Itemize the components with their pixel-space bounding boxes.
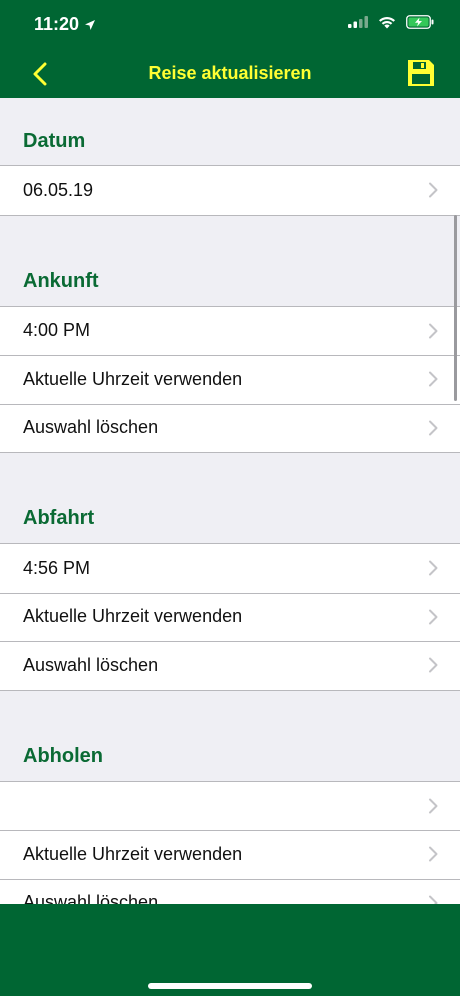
status-time-group: 11:20 (34, 14, 96, 35)
battery-charging-icon (406, 15, 434, 29)
scroll-indicator[interactable] (454, 215, 457, 401)
departure-use-current-time-row[interactable]: Aktuelle Uhrzeit verwenden (0, 592, 460, 642)
departure-time-row[interactable]: 4:56 PM (0, 544, 460, 593)
row-label: Auswahl löschen (23, 654, 159, 675)
arrival-use-current-time-row[interactable]: Aktuelle Uhrzeit verwenden (0, 355, 460, 404)
pickup-time-row[interactable] (0, 782, 460, 831)
bottom-bar (0, 904, 460, 996)
row-label: Aktuelle Uhrzeit verwenden (23, 368, 243, 389)
group-abholen: Aktuelle Uhrzeit verwenden Auswahl lösch… (0, 780, 460, 904)
row-label: 4:56 PM (23, 557, 91, 578)
section-header-ankunft: Ankunft (0, 216, 460, 306)
row-label: Auswahl löschen (23, 417, 159, 438)
save-button[interactable] (406, 58, 436, 88)
departure-clear-selection-row[interactable]: Auswahl löschen (0, 641, 460, 690)
location-arrow-icon (85, 19, 96, 30)
row-label: Aktuelle Uhrzeit verwenden (23, 606, 243, 627)
form-list[interactable]: Datum 06.05.19 Ankunft 4:00 PM Aktuelle … (0, 98, 460, 904)
chevron-right-icon (429, 657, 438, 673)
chevron-right-icon (429, 609, 438, 624)
page-title: Reise aktualisieren (148, 63, 312, 83)
row-label: 06.05.19 (23, 179, 94, 200)
chevron-right-icon (429, 846, 438, 862)
group-abfahrt: 4:56 PM Aktuelle Uhrzeit verwenden Auswa… (0, 543, 460, 691)
group-ankunft: 4:00 PM Aktuelle Uhrzeit verwenden Auswa… (0, 305, 460, 453)
chevron-right-icon (429, 371, 438, 387)
section-title: Abfahrt (23, 507, 95, 529)
section-title: Datum (23, 130, 86, 152)
arrival-time-row[interactable]: 4:00 PM (0, 307, 460, 356)
row-label: Auswahl löschen (23, 892, 159, 904)
status-bar: 11:20 (0, 0, 460, 50)
floppy-disk-icon (408, 60, 434, 86)
navigation-bar: Reise aktualisieren (0, 50, 460, 98)
section-header-abholen: Abholen (0, 691, 460, 781)
row-label: 4:00 PM (23, 320, 91, 341)
chevron-right-icon (429, 895, 438, 904)
chevron-right-icon (429, 420, 438, 435)
status-time: 11:20 (34, 14, 80, 34)
arrival-clear-selection-row[interactable]: Auswahl löschen (0, 403, 460, 453)
section-title: Ankunft (23, 269, 99, 292)
row-label: Aktuelle Uhrzeit verwenden (23, 843, 243, 864)
pickup-clear-selection-row[interactable]: Auswahl löschen (0, 878, 460, 904)
signal-icon (348, 16, 368, 28)
wifi-icon (379, 16, 395, 28)
home-indicator[interactable] (148, 983, 312, 989)
pickup-use-current-time-row[interactable]: Aktuelle Uhrzeit verwenden (0, 830, 460, 879)
date-row[interactable]: 06.05.19 (0, 166, 460, 215)
chevron-right-icon (429, 560, 438, 576)
status-icons (348, 15, 434, 29)
section-header-abfahrt: Abfahrt (0, 453, 460, 543)
chevron-right-icon (429, 798, 438, 813)
section-header-datum: Datum (0, 98, 460, 165)
section-title: Abholen (23, 744, 103, 767)
chevron-right-icon (429, 182, 438, 198)
group-datum: 06.05.19 (0, 165, 460, 216)
chevron-right-icon (429, 323, 438, 338)
